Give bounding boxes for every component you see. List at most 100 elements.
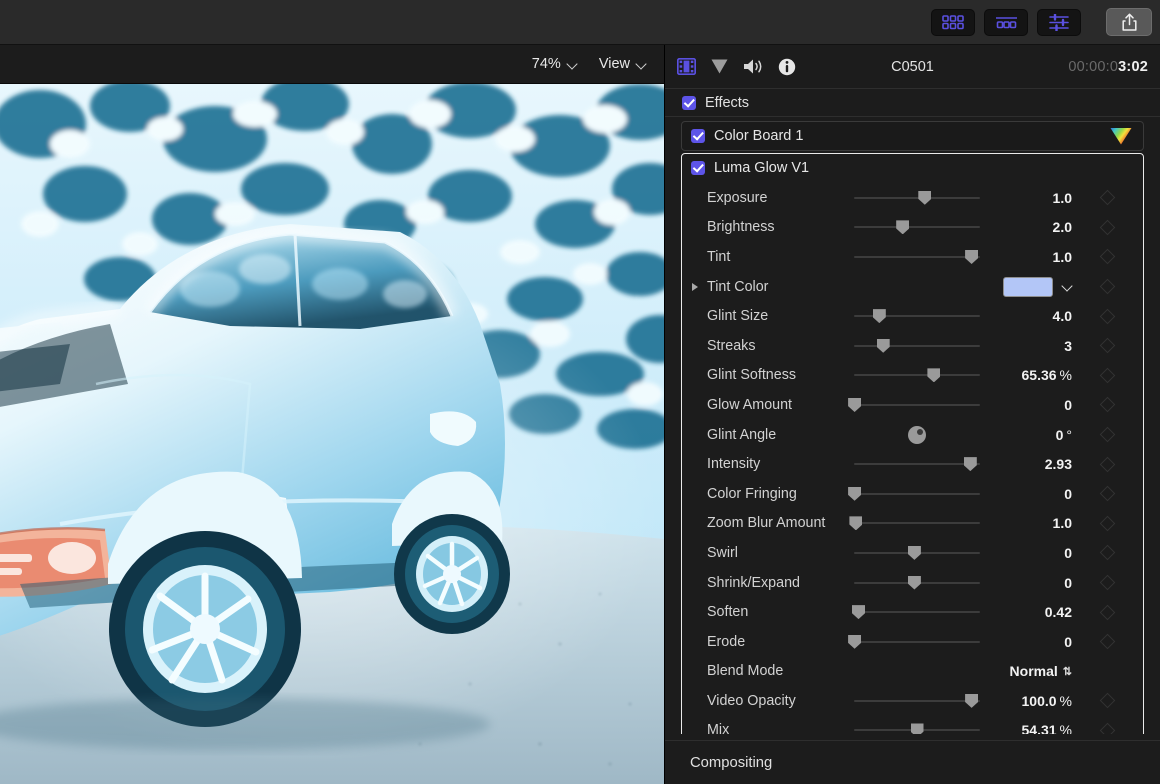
- parameter-value-field[interactable]: 0: [982, 397, 1072, 413]
- keyframe-button[interactable]: [1099, 456, 1116, 472]
- parameter-value-field[interactable]: 4.0: [982, 308, 1072, 324]
- parameter-value-field[interactable]: 0: [982, 575, 1072, 591]
- keyframe-button[interactable]: [1099, 574, 1116, 591]
- slider-track[interactable]: [854, 522, 980, 525]
- parameter-color: [852, 272, 982, 302]
- slider-handle[interactable]: [872, 309, 886, 324]
- parameter-slider: [852, 213, 982, 243]
- share-button[interactable]: [1106, 8, 1152, 36]
- slider-handle[interactable]: [896, 220, 910, 235]
- parameter-list: Exposure 1.0 Brightness 2.0 Tint 1.0 Tint Colo…: [682, 182, 1143, 734]
- slider-track[interactable]: [854, 492, 980, 495]
- slider-handle[interactable]: [965, 249, 979, 264]
- chevron-down-icon: [637, 60, 646, 69]
- keyframe-button[interactable]: [1099, 190, 1116, 206]
- zoom-level-menu[interactable]: 74%: [532, 56, 577, 72]
- slider-handle[interactable]: [907, 575, 921, 590]
- timeline-button[interactable]: [984, 8, 1028, 36]
- slider-handle[interactable]: [849, 516, 863, 531]
- parameter-slider: [852, 597, 982, 627]
- parameter-value-field[interactable]: 65.36%: [982, 367, 1073, 383]
- slider-track[interactable]: [854, 640, 980, 643]
- slider-handle[interactable]: [907, 545, 921, 560]
- keyframe-cell: [1072, 278, 1143, 295]
- film-strip-icon: [677, 58, 696, 75]
- slider-handle[interactable]: [910, 723, 924, 734]
- parameter-value-field[interactable]: 54.31%: [982, 722, 1073, 734]
- info-icon[interactable]: [778, 58, 796, 76]
- parameter-slider: [848, 627, 982, 657]
- effect-enable-checkbox[interactable]: [691, 129, 705, 143]
- parameter-value-field[interactable]: 0: [982, 634, 1072, 650]
- video-icon[interactable]: [677, 58, 696, 75]
- slider-track[interactable]: [854, 463, 980, 466]
- effect-card-luma-glow[interactable]: Luma Glow V1 Exposure 1.0 Brightness 2.0 Tin…: [681, 153, 1144, 734]
- keyframe-button[interactable]: [1099, 633, 1116, 650]
- slider-track[interactable]: [854, 699, 980, 702]
- effect-enable-checkbox[interactable]: [691, 161, 705, 175]
- keyframe-button[interactable]: [1099, 219, 1116, 236]
- keyframe-button[interactable]: [1099, 249, 1116, 265]
- slider-track[interactable]: [854, 611, 980, 614]
- view-menu[interactable]: View: [599, 56, 646, 72]
- parameter-value: 54.31: [1021, 722, 1057, 734]
- compositing-section-header[interactable]: Compositing: [665, 740, 1160, 784]
- slider-handle[interactable]: [927, 368, 941, 383]
- slider-track[interactable]: [854, 374, 980, 377]
- keyframe-button[interactable]: [1099, 545, 1116, 561]
- slider-handle[interactable]: [965, 693, 979, 708]
- slider-track[interactable]: [854, 344, 980, 347]
- keyframe-button[interactable]: [1099, 278, 1116, 295]
- keyframe-button[interactable]: [1099, 604, 1116, 620]
- keyframe-button[interactable]: [1099, 485, 1116, 502]
- parameter-value-field[interactable]: 0.42: [982, 604, 1072, 620]
- keyframe-button[interactable]: [1099, 308, 1116, 324]
- parameter-value-field[interactable]: 0: [982, 545, 1072, 561]
- parameter-value-field[interactable]: 0: [982, 486, 1072, 502]
- keyframe-button[interactable]: [1099, 722, 1116, 734]
- slider-track[interactable]: [854, 226, 980, 229]
- keyframe-button[interactable]: [1099, 337, 1116, 354]
- slider-handle[interactable]: [852, 605, 865, 620]
- parameter-value-field[interactable]: 1.0: [982, 190, 1072, 206]
- audio-icon[interactable]: [743, 58, 764, 75]
- inspector-button[interactable]: [1037, 8, 1081, 36]
- disclosure-triangle-icon[interactable]: [692, 282, 698, 291]
- parameter-value-field[interactable]: 2.0: [982, 219, 1072, 235]
- browser-button[interactable]: [931, 8, 975, 36]
- slider-handle[interactable]: [963, 457, 977, 472]
- parameter-value-field[interactable]: 2.93: [982, 456, 1072, 472]
- chevron-down-icon[interactable]: [1062, 282, 1072, 292]
- parameter-slider: [852, 361, 982, 391]
- parameter-value-field[interactable]: 3: [982, 338, 1072, 354]
- parameter-value-field[interactable]: 100.0%: [982, 693, 1073, 709]
- color-well[interactable]: [1003, 276, 1053, 297]
- keyframe-button[interactable]: [1099, 367, 1116, 384]
- angle-dial[interactable]: [908, 425, 926, 444]
- inspector-header: C0501 00:00:03:02: [665, 45, 1160, 89]
- timecode-display[interactable]: 00:00:03:02: [1068, 59, 1148, 75]
- video-canvas[interactable]: [0, 84, 664, 784]
- keyframe-button[interactable]: [1099, 426, 1116, 443]
- parameter-value-field[interactable]: 0 °: [982, 427, 1072, 443]
- parameter-slider: [852, 538, 982, 568]
- slider-track[interactable]: [854, 255, 980, 258]
- effects-icon[interactable]: [710, 58, 729, 75]
- slider-track[interactable]: [854, 403, 980, 406]
- parameter-row: Zoom Blur Amount 1.0: [682, 509, 1143, 539]
- parameter-value-field[interactable]: 1.0: [982, 249, 1072, 265]
- slider-track[interactable]: [854, 196, 980, 199]
- video-frame-image: [0, 84, 664, 784]
- keyframe-button[interactable]: [1099, 397, 1116, 413]
- keyframe-cell: [1072, 574, 1143, 591]
- parameter-value-field[interactable]: 1.0: [982, 515, 1072, 531]
- parameter-dial: [852, 420, 982, 450]
- application-window: 74% View C0501 00:00:03:02 Effects Color…: [0, 0, 1160, 784]
- effects-enable-checkbox[interactable]: [682, 95, 696, 110]
- slider-handle[interactable]: [876, 338, 890, 353]
- effect-card-color-board[interactable]: Color Board 1: [681, 121, 1144, 151]
- keyframe-button[interactable]: [1099, 515, 1116, 532]
- keyframe-button[interactable]: [1099, 693, 1116, 709]
- parameter-popup-menu[interactable]: Normal ⇅: [982, 663, 1072, 679]
- slider-handle[interactable]: [918, 190, 932, 205]
